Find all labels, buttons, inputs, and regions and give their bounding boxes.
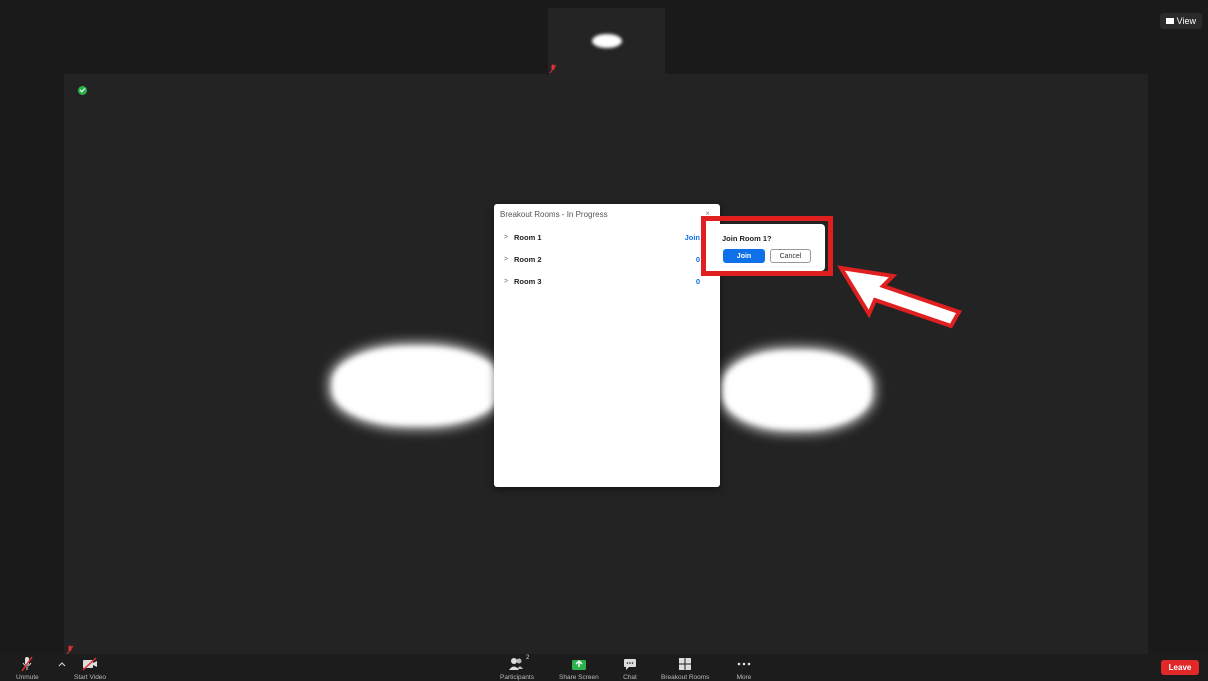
- chevron-right-icon: >: [504, 277, 509, 285]
- annotation-highlight-box: [701, 216, 833, 276]
- participants-label: Participants: [500, 674, 534, 681]
- annotation-arrow-icon: [837, 265, 962, 329]
- meeting-toolbar: Unmute Start Video 2 Participants Share …: [0, 654, 1208, 681]
- room-join-link[interactable]: Join: [685, 233, 700, 242]
- breakout-rooms-button[interactable]: Breakout Rooms: [661, 656, 709, 681]
- breakout-rooms-label: Breakout Rooms: [661, 674, 710, 681]
- room-row[interactable]: > Room 1 Join: [504, 230, 700, 244]
- start-video-label: Start Video: [74, 674, 107, 681]
- muted-mic-icon: [21, 656, 33, 672]
- share-screen-button[interactable]: Share Screen: [559, 656, 599, 681]
- redacted-name-right: [722, 350, 872, 430]
- redacted-name-left: [332, 346, 502, 426]
- unmute-label: Unmute: [16, 674, 39, 681]
- muted-mic-icon: [549, 64, 557, 74]
- grid-view-icon: [1165, 18, 1174, 24]
- chat-icon: [624, 659, 636, 670]
- redacted-name: [592, 34, 622, 48]
- start-video-button[interactable]: Start Video: [74, 656, 106, 681]
- more-button[interactable]: More: [736, 656, 752, 681]
- chat-button[interactable]: Chat: [623, 656, 637, 681]
- leave-button[interactable]: Leave: [1161, 660, 1199, 675]
- chevron-right-icon: >: [504, 233, 509, 241]
- participant-thumbnail[interactable]: [548, 8, 665, 74]
- room-count: 0: [695, 276, 700, 286]
- room-row[interactable]: > Room 2 0: [504, 252, 700, 266]
- room-row[interactable]: > Room 3 0: [504, 274, 700, 288]
- participants-icon: [508, 658, 523, 670]
- chat-label: Chat: [623, 674, 637, 681]
- share-screen-label: Share Screen: [559, 674, 599, 681]
- room-name: Room 1: [514, 232, 542, 242]
- participants-count: 2: [525, 655, 530, 661]
- encryption-shield-icon: [78, 86, 87, 95]
- participants-button[interactable]: 2 Participants: [500, 655, 534, 681]
- breakout-rooms-icon: [679, 658, 692, 670]
- room-count: 0: [695, 254, 700, 264]
- breakout-rooms-panel: Breakout Rooms - In Progress × > Room 1 …: [494, 204, 720, 487]
- view-label: View: [1176, 16, 1196, 26]
- chevron-right-icon: >: [504, 255, 509, 263]
- share-screen-icon: [571, 660, 586, 670]
- video-off-icon: [82, 657, 98, 671]
- more-label: More: [736, 674, 752, 681]
- panel-title: Breakout Rooms - In Progress: [500, 210, 608, 219]
- room-name: Room 2: [514, 254, 542, 264]
- audio-options-button[interactable]: [58, 656, 66, 672]
- unmute-button[interactable]: Unmute: [16, 656, 39, 681]
- view-button[interactable]: View: [1159, 13, 1202, 29]
- more-dots-icon: [737, 662, 751, 666]
- chevron-up-icon: [58, 662, 66, 667]
- room-name: Room 3: [514, 276, 542, 286]
